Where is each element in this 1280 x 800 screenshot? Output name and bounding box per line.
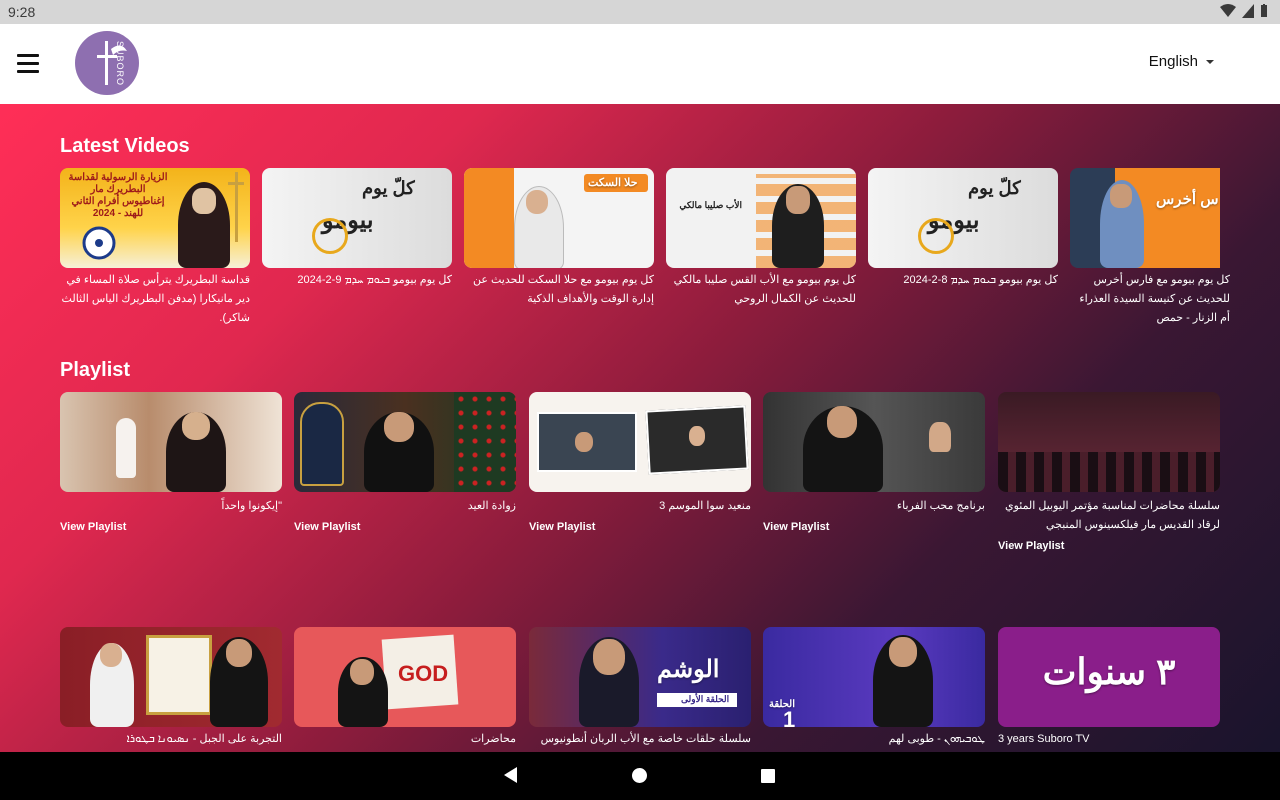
playlist-thumb-5[interactable] bbox=[998, 392, 1220, 492]
thumb-3years-text: ٣ سنوات bbox=[1042, 651, 1176, 692]
host-face-2 bbox=[689, 426, 705, 446]
menu-icon[interactable] bbox=[17, 54, 39, 73]
thumb-god-text: GOD bbox=[398, 661, 449, 686]
thumb-3-orange-band bbox=[464, 168, 514, 268]
latest-video-caption-2[interactable]: كل يوم بيومو ܒܝܘܡ ܚܕܡ 9-2-2024 bbox=[262, 271, 452, 290]
thumb-episode-number: 1 bbox=[783, 707, 796, 727]
recents-icon[interactable] bbox=[761, 769, 775, 783]
playlist-caption-5[interactable]: سلسلة محاضرات لمناسبة مؤتمر اليوبيل المئ… bbox=[998, 497, 1220, 535]
latest-video-caption-5[interactable]: كل يوم بيومو ܒܝܘܡ ܚܕܡ 8-2-2024 bbox=[868, 271, 1058, 290]
latest-video-thumb-5[interactable]: كلّ يوم بيومو bbox=[868, 168, 1058, 268]
thumb-2-ring bbox=[312, 218, 348, 254]
playlist2-caption-3[interactable]: سلسلة حلقات خاصة مع الأب الربان أنطونيوس… bbox=[529, 730, 751, 752]
speaker-face bbox=[1110, 184, 1132, 208]
home-icon[interactable] bbox=[632, 768, 647, 783]
playlist-thumb-2[interactable] bbox=[294, 392, 516, 492]
language-label: English bbox=[1148, 53, 1198, 70]
latest-video-caption-1[interactable]: قداسة البطريرك يترأس صلاة المساء في دير … bbox=[60, 271, 250, 328]
framed-text bbox=[146, 635, 212, 715]
logo-cross-icon bbox=[97, 41, 127, 85]
app-bar: SUBORO English bbox=[0, 24, 1280, 104]
thumb-1-text: الزيارة الرسولية لقداسة البطريرك مار إغن… bbox=[68, 172, 168, 219]
latest-video-caption-4[interactable]: كل يوم بيومو مع الأب القس صليبا مالكي لل… bbox=[666, 271, 856, 309]
back-icon[interactable] bbox=[504, 767, 517, 783]
guest-face bbox=[575, 432, 593, 452]
statue bbox=[116, 418, 136, 478]
playlist2-thumb-1[interactable] bbox=[60, 627, 282, 727]
playlist2-thumb-5[interactable]: ٣ سنوات bbox=[998, 627, 1220, 727]
latest-video-thumb-3[interactable]: حلا السكت bbox=[464, 168, 654, 268]
monk-face bbox=[593, 639, 625, 675]
view-playlist-link-3[interactable]: View Playlist bbox=[529, 521, 595, 533]
christmas-tree bbox=[454, 392, 516, 492]
latest-video-caption-6[interactable]: كل يوم بيومو مع فارس أخرس للحديث عن كنيس… bbox=[1070, 271, 1230, 328]
playlist2-thumb-4[interactable]: الحلقة 1 bbox=[763, 627, 985, 727]
playlist-thumb-4[interactable] bbox=[763, 392, 985, 492]
latest-video-caption-3[interactable]: كل يوم بيومو مع حلا السكت للحديث عن إدار… bbox=[464, 271, 654, 309]
language-selector[interactable]: English bbox=[1149, 53, 1214, 70]
speaker-face-2 bbox=[827, 406, 857, 438]
host-face bbox=[526, 190, 548, 214]
view-playlist-link-2[interactable]: View Playlist bbox=[294, 521, 360, 533]
view-playlist-link-5[interactable]: View Playlist bbox=[998, 540, 1064, 552]
thumb-3-text: حلا السكت bbox=[588, 177, 638, 189]
bishop-face-2 bbox=[384, 412, 414, 442]
latest-video-thumb-1[interactable]: الزيارة الرسولية لقداسة البطريرك مار إغن… bbox=[60, 168, 250, 268]
bishop-face-5 bbox=[889, 637, 917, 667]
thumb-6-text: س أخرس bbox=[1156, 191, 1219, 208]
cross-icon bbox=[228, 172, 244, 242]
icon-painting bbox=[300, 402, 344, 486]
system-nav-bar bbox=[0, 752, 1280, 800]
battery-icon bbox=[1261, 4, 1267, 17]
playlist2-caption-4[interactable]: ܛܘܒܝܗܘܢ - طوبى لهم bbox=[763, 730, 985, 749]
playlist-title: Playlist bbox=[60, 359, 131, 381]
playlist2-caption-5[interactable]: 3 years Suboro TV bbox=[998, 730, 1220, 749]
chakra-icon bbox=[82, 226, 116, 260]
raised-hand bbox=[929, 422, 951, 452]
view-playlist-link-1[interactable]: View Playlist bbox=[60, 521, 126, 533]
thumb-washm-sub: الحلقة الأولى bbox=[681, 694, 730, 704]
playlist2-thumb-2[interactable]: GOD bbox=[294, 627, 516, 727]
thumb-4-text: الأب صليبا مالكي bbox=[679, 200, 742, 210]
latest-video-thumb-2[interactable]: كلّ يوم بيومو bbox=[262, 168, 452, 268]
playlist-thumb-3[interactable] bbox=[529, 392, 751, 492]
latest-video-thumb-6[interactable]: س أخرس bbox=[1070, 168, 1220, 268]
presenter-face bbox=[100, 643, 122, 667]
bishop-face-3 bbox=[226, 639, 252, 667]
thumb-5-ring bbox=[918, 218, 954, 254]
bishop-face-1 bbox=[182, 412, 210, 440]
playlist-caption-3[interactable]: منعيد سوا الموسم 3 bbox=[529, 497, 751, 516]
playlist-thumb-1[interactable] bbox=[60, 392, 282, 492]
content-area: Latest Videos الزيارة الرسولية لقداسة ال… bbox=[0, 104, 1280, 752]
status-bar: 9:28 bbox=[0, 0, 1280, 24]
playlist-caption-4[interactable]: برنامج محب الفرباء bbox=[763, 497, 985, 516]
playlist2-caption-1[interactable]: التجربة على الجبل - ܢܣܝܘܢܐ ܒܛܘܪܐ bbox=[60, 730, 282, 749]
thumb-washm-text: الوشم bbox=[657, 656, 720, 683]
latest-videos-title: Latest Videos bbox=[60, 135, 190, 157]
choir-crowd bbox=[998, 452, 1220, 492]
priest-face bbox=[786, 186, 810, 214]
bishop-face-4 bbox=[350, 659, 374, 685]
wifi-icon bbox=[1220, 4, 1236, 17]
playlist-caption-1[interactable]: "إيكونوا واحداً bbox=[60, 497, 282, 516]
logo-text: SUBORO bbox=[115, 41, 125, 87]
signal-icon bbox=[1242, 4, 1254, 18]
status-icons bbox=[1220, 4, 1268, 18]
suboro-logo[interactable]: SUBORO bbox=[75, 31, 139, 95]
playlist-caption-2[interactable]: زوادة العيد bbox=[294, 497, 516, 516]
view-playlist-link-4[interactable]: View Playlist bbox=[763, 521, 829, 533]
latest-video-thumb-4[interactable]: الأب صليبا مالكي bbox=[666, 168, 856, 268]
caret-down-icon bbox=[1206, 59, 1214, 64]
thumb-5-text-a: كلّ يوم bbox=[968, 178, 1021, 198]
status-time: 9:28 bbox=[8, 4, 36, 20]
playlist2-thumb-3[interactable]: الوشم الحلقة الأولى bbox=[529, 627, 751, 727]
thumb-2-text-a: كلّ يوم bbox=[362, 178, 415, 198]
playlist2-caption-2[interactable]: محاضرات bbox=[294, 730, 516, 749]
patriarch-face bbox=[192, 188, 216, 214]
